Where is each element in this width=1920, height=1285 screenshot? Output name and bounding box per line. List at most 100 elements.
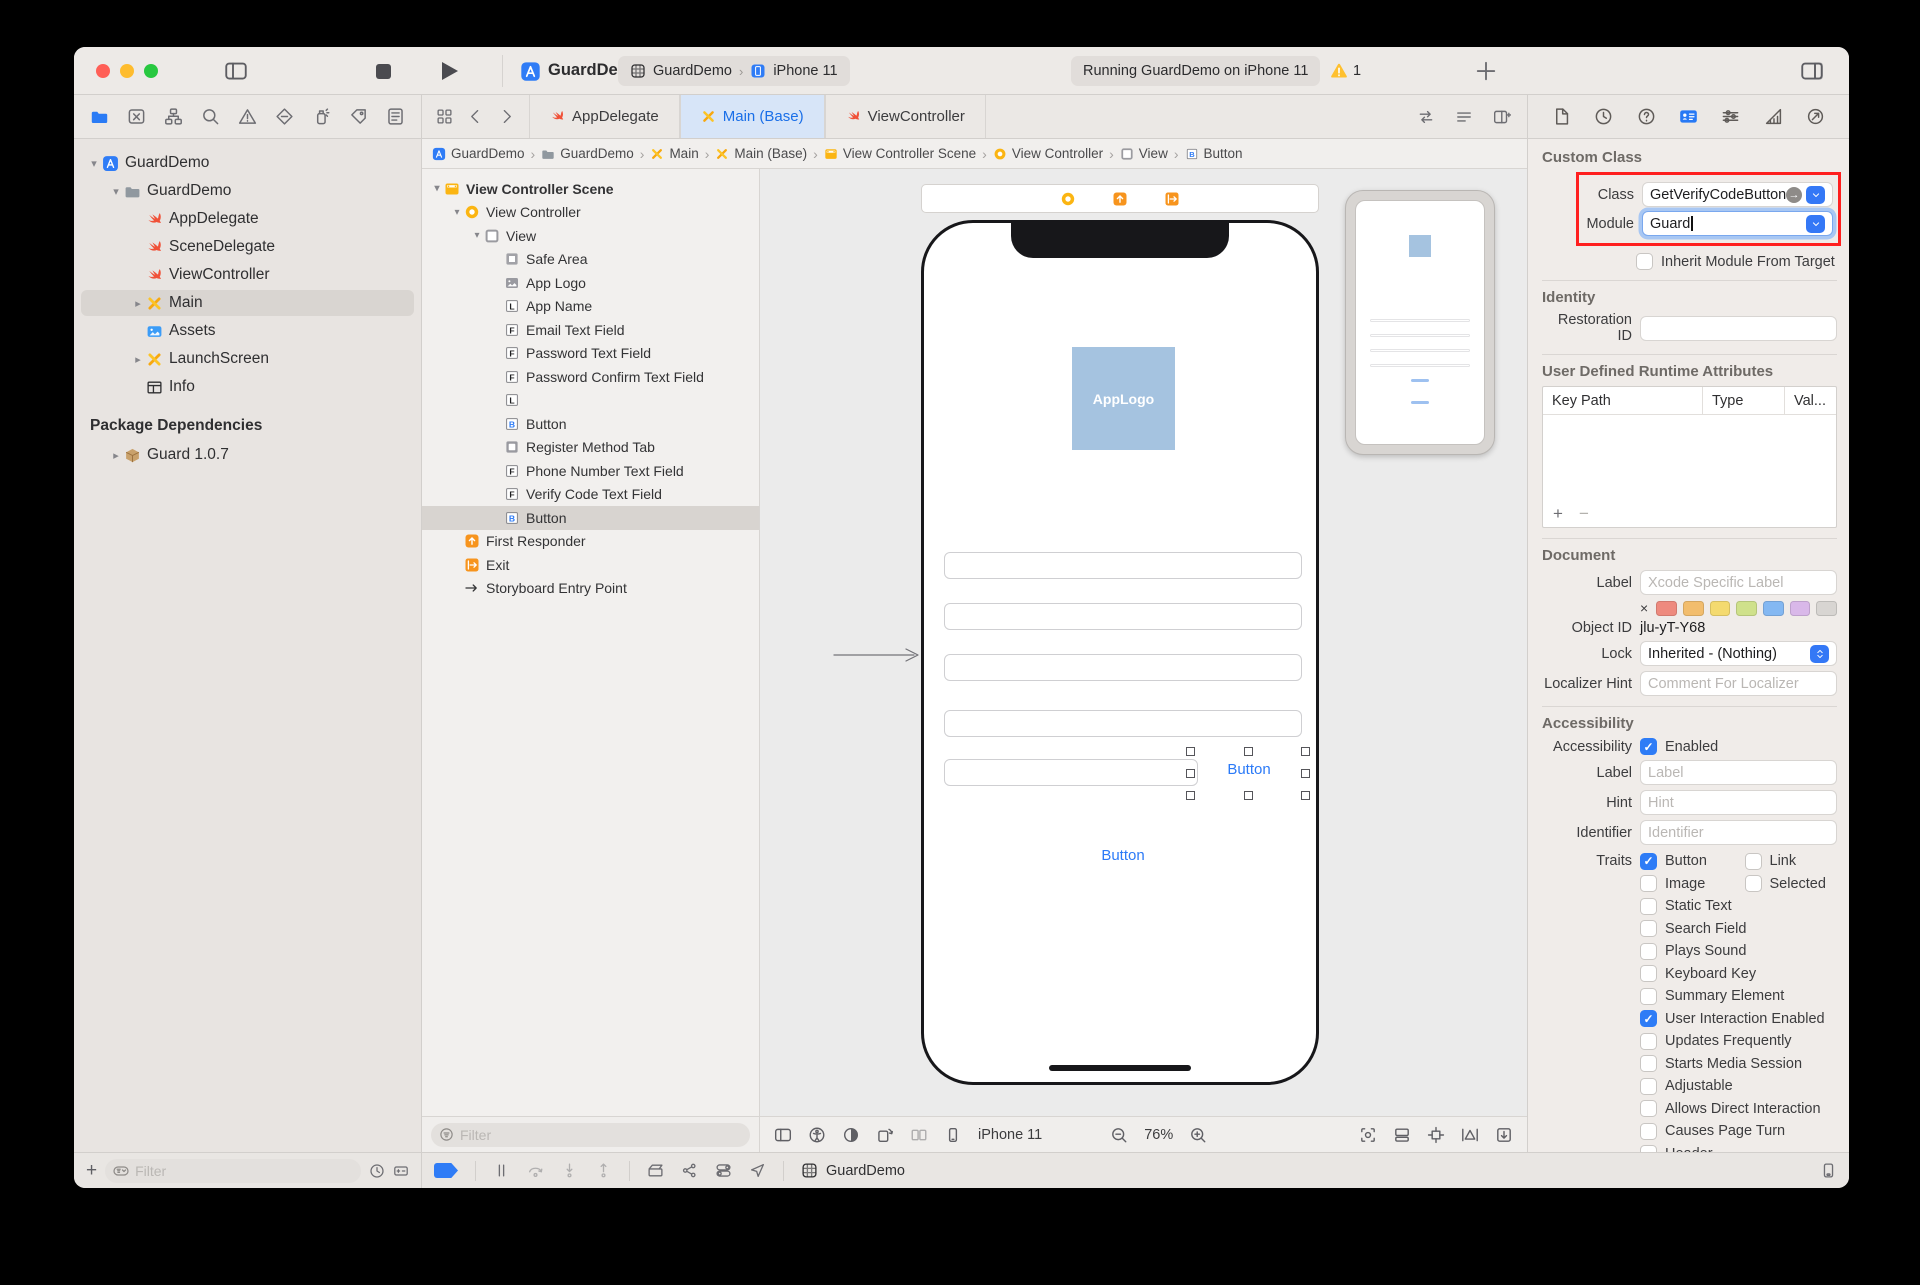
color-swatch-2[interactable]	[1709, 600, 1731, 616]
register-button[interactable]: Button	[924, 847, 1322, 864]
disclosure-chevron-icon[interactable]: ▾	[430, 183, 444, 194]
scm-status-icon[interactable]	[393, 1163, 409, 1179]
color-swatch-3[interactable]	[1736, 600, 1757, 616]
outline-row-button[interactable]: B Button	[422, 412, 759, 436]
package-row-guard[interactable]: ▸ Guard 1.0.7	[74, 441, 421, 469]
storyboard-entry-arrow[interactable]	[832, 647, 922, 663]
trait-checkbox[interactable]	[1640, 1145, 1657, 1152]
resolve-layout-icon[interactable]	[1461, 1126, 1479, 1144]
run-button[interactable]	[442, 62, 458, 80]
symbol-navigator-icon[interactable]	[164, 107, 183, 126]
trait-checkbox[interactable]	[1640, 1100, 1657, 1118]
module-dropdown-icon[interactable]	[1806, 214, 1825, 233]
warning-badge[interactable]: 1	[1330, 62, 1361, 80]
quick-help-inspector-icon[interactable]	[1637, 107, 1656, 126]
trait-checkbox[interactable]	[1640, 1055, 1657, 1073]
environment-overrides-icon[interactable]	[715, 1162, 732, 1179]
accessibility-enabled-checkbox[interactable]: ✓	[1640, 738, 1657, 755]
tab-main-base-[interactable]: Main (Base)	[679, 95, 825, 138]
scheme-selector[interactable]: GuardDemo › iPhone 11	[618, 56, 850, 86]
step-into-icon[interactable]	[561, 1162, 578, 1179]
restoration-id-field[interactable]	[1640, 315, 1837, 341]
breadcrumb-item-view-controller[interactable]: View Controller	[993, 146, 1103, 161]
outline-row-app-name[interactable]: L App Name	[422, 295, 759, 319]
outline-row-email-text-field[interactable]: F Email Text Field	[422, 318, 759, 342]
clear-color-icon[interactable]: ×	[1640, 600, 1648, 616]
trait-summary-element[interactable]: Summary Element	[1640, 987, 1784, 1005]
trait-image[interactable]: Image	[1640, 875, 1745, 893]
email-text-field[interactable]	[944, 552, 1302, 579]
trait-user-interaction-enabled[interactable]: ✓ User Interaction Enabled	[1640, 1010, 1825, 1028]
outline-row-app-logo[interactable]: App Logo	[422, 271, 759, 295]
minimize-window-button[interactable]	[120, 64, 134, 78]
run-destination[interactable]: iPhone 11	[773, 63, 837, 79]
zoom-window-button[interactable]	[144, 64, 158, 78]
outline-toggle-icon[interactable]	[774, 1126, 792, 1144]
test-navigator-icon[interactable]	[275, 107, 294, 126]
breadcrumb-item-guarddemo[interactable]: GuardDemo	[432, 146, 525, 161]
password-confirm-text-field[interactable]	[944, 654, 1302, 681]
pause-icon[interactable]	[493, 1162, 510, 1179]
embed-icon[interactable]	[1393, 1126, 1411, 1144]
view-controller-device[interactable]: AppLogo Button Button	[921, 220, 1319, 1085]
outline-row-storyboard-entry-point[interactable]: Storyboard Entry Point	[422, 577, 759, 601]
inherit-module-row[interactable]: Inherit Module From Target	[1636, 253, 1849, 270]
trait-link[interactable]: Link	[1744, 852, 1850, 870]
canvas-area[interactable]: AppLogo Button Button	[760, 169, 1527, 1116]
trait-checkbox[interactable]	[1640, 965, 1657, 983]
class-dropdown-icon[interactable]	[1806, 185, 1825, 204]
split-view-icon[interactable]	[910, 1126, 928, 1144]
attributes-inspector-icon[interactable]	[1721, 107, 1740, 126]
navigator-row-guarddemo[interactable]: ▾ GuardDemo	[74, 149, 421, 177]
navigator-row-guarddemo[interactable]: ▾ GuardDemo	[74, 177, 421, 205]
outline-row-password-text-field[interactable]: F Password Text Field	[422, 342, 759, 366]
trait-checkbox[interactable]	[1640, 987, 1657, 1005]
canvas-zoom-level[interactable]: 76%	[1144, 1127, 1173, 1143]
orientation-icon[interactable]	[876, 1126, 894, 1144]
trait-selected[interactable]: Selected	[1744, 875, 1850, 893]
lock-stepper-icon[interactable]	[1810, 644, 1829, 663]
add-button[interactable]	[1474, 59, 1498, 83]
simulate-location-icon[interactable]	[749, 1162, 766, 1179]
disclosure-chevron-icon[interactable]: ▸	[130, 353, 146, 366]
update-frames-icon[interactable]	[1359, 1126, 1377, 1144]
trait-allows-direct-interaction[interactable]: Allows Direct Interaction	[1640, 1100, 1821, 1118]
trait-checkbox[interactable]	[1640, 1077, 1657, 1095]
close-window-button[interactable]	[96, 64, 110, 78]
breadcrumb-item-view[interactable]: View	[1120, 146, 1168, 161]
lock-dropdown[interactable]: Inherited - (Nothing)	[1640, 641, 1837, 666]
editor-options-icon[interactable]	[1455, 108, 1473, 126]
resize-handle[interactable]	[1186, 769, 1195, 778]
trait-starts-media-session[interactable]: Starts Media Session	[1640, 1055, 1802, 1073]
trait-checkbox[interactable]	[1640, 897, 1657, 915]
add-editor-icon[interactable]	[1493, 108, 1512, 126]
trait-checkbox[interactable]: ✓	[1640, 852, 1657, 870]
device-bar-icon[interactable]	[1820, 1162, 1837, 1179]
issue-navigator-icon[interactable]	[238, 107, 257, 126]
breadcrumb-item-view-controller-scene[interactable]: View Controller Scene	[824, 146, 976, 161]
forward-icon[interactable]	[498, 108, 515, 125]
trait-checkbox[interactable]: ✓	[1640, 1010, 1657, 1028]
trait-checkbox[interactable]	[1640, 875, 1657, 893]
device-select-icon[interactable]	[944, 1126, 962, 1144]
outline-row-register-method-tab[interactable]: Register Method Tab	[422, 436, 759, 460]
color-swatch-0[interactable]	[1656, 600, 1677, 616]
resize-handle[interactable]	[1186, 791, 1195, 800]
identity-inspector-icon[interactable]	[1679, 107, 1698, 126]
outline-row-button[interactable]: B Button	[422, 506, 759, 530]
accessibility-label-field[interactable]: Label	[1640, 760, 1837, 785]
disclosure-chevron-icon[interactable]: ▾	[108, 185, 124, 198]
add-constraints-icon[interactable]	[1427, 1126, 1445, 1144]
connections-inspector-icon[interactable]	[1806, 107, 1825, 126]
trait-checkbox[interactable]	[1640, 1032, 1657, 1050]
adjust-editor-icon[interactable]	[1495, 1126, 1513, 1144]
accessibility-identifier-field[interactable]: Identifier	[1640, 820, 1837, 845]
outline-row-password-confirm-text-field[interactable]: F Password Confirm Text Field	[422, 365, 759, 389]
outline-filter-input[interactable]: Filter	[431, 1122, 750, 1147]
navigator-row-main[interactable]: ▸ Main	[74, 289, 421, 317]
inherit-module-checkbox[interactable]	[1636, 253, 1653, 270]
resize-handle[interactable]	[1301, 747, 1310, 756]
verify-code-text-field[interactable]	[944, 759, 1198, 786]
trait-adjustable[interactable]: Adjustable	[1640, 1077, 1752, 1095]
document-label-field[interactable]: Xcode Specific Label	[1640, 570, 1837, 595]
